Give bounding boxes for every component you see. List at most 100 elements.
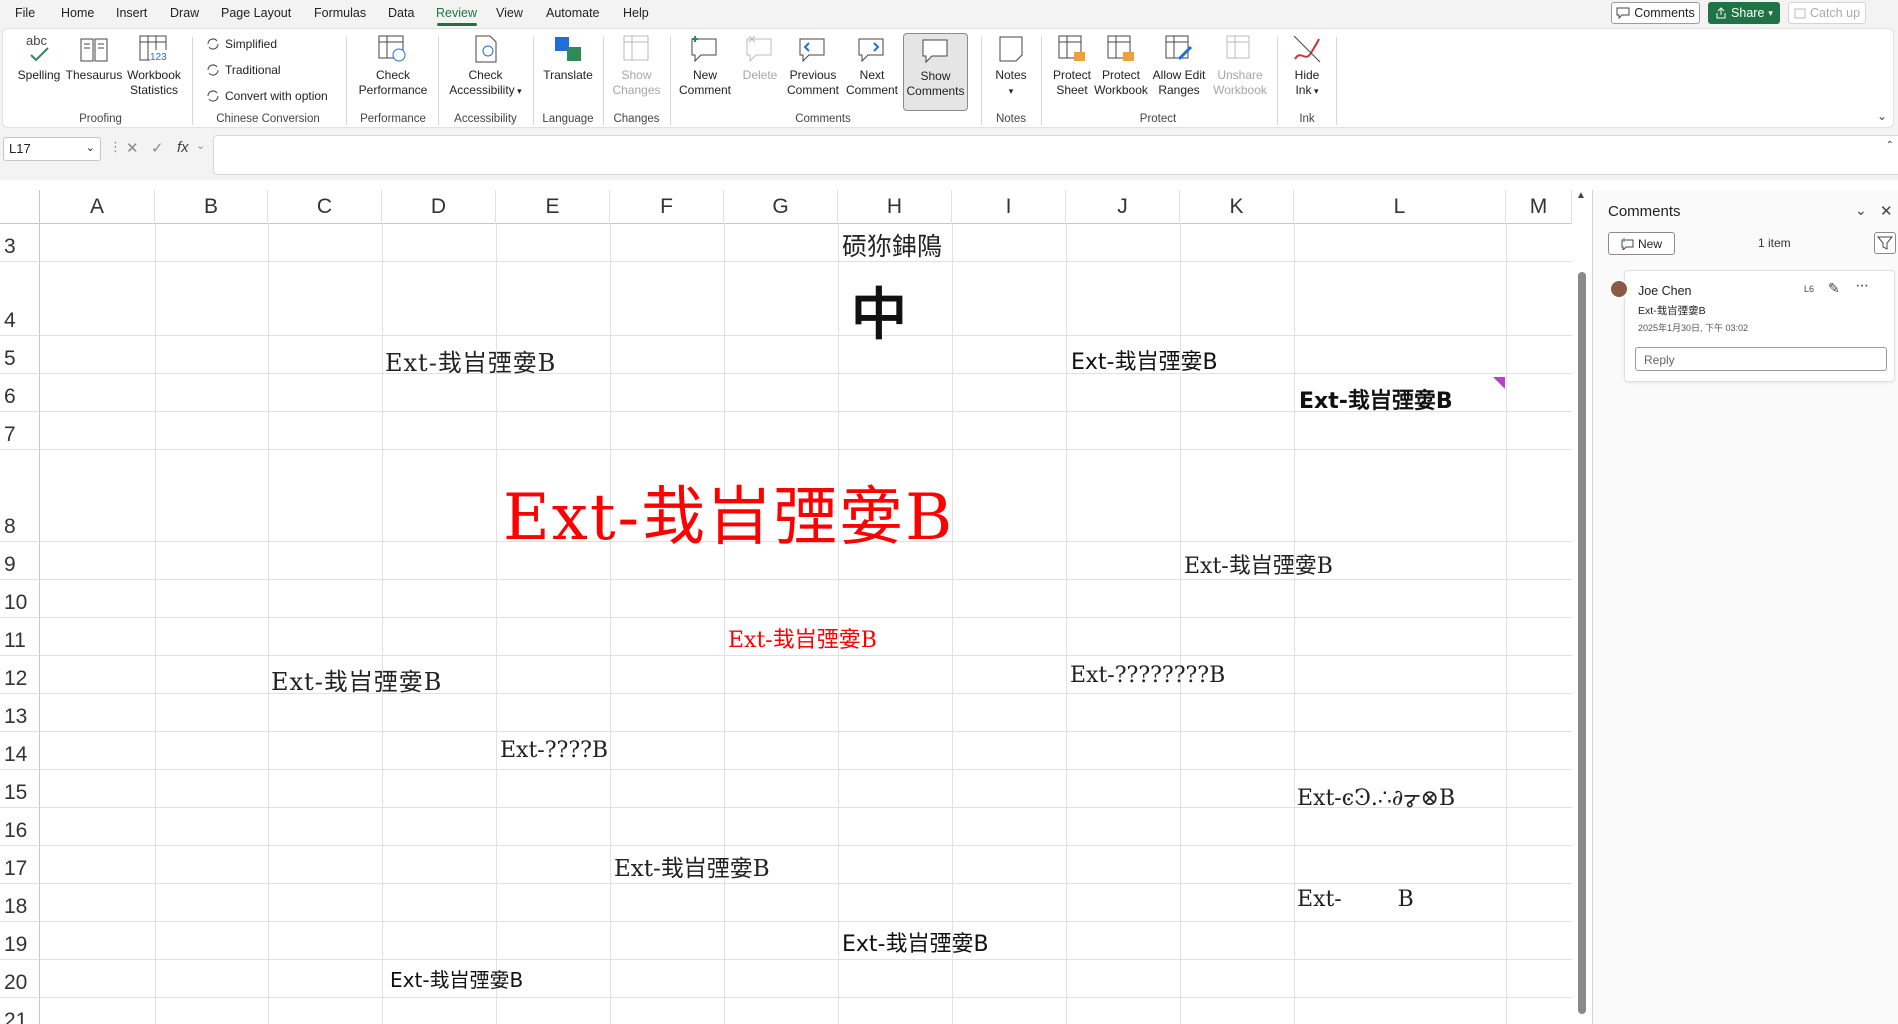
more-options-icon[interactable]: ··· <box>1855 277 1869 295</box>
expand-formula-bar-icon[interactable]: ⌃ <box>1886 140 1894 151</box>
scroll-up-icon[interactable]: ▲ <box>1576 190 1586 201</box>
comment-indicator[interactable] <box>1493 377 1505 389</box>
row-header-5[interactable]: 5 <box>0 336 40 374</box>
share-button[interactable]: Share ▾ <box>1708 2 1780 24</box>
insert-function-icon[interactable]: fx <box>177 139 189 156</box>
formula-input[interactable] <box>213 135 1898 175</box>
next-comment-button[interactable]: Next Comment <box>844 33 900 98</box>
filter-button[interactable] <box>1874 232 1896 254</box>
edit-icon[interactable]: ✎ <box>1828 280 1840 297</box>
row-header-20[interactable]: 20 <box>0 960 40 998</box>
row-header-8[interactable]: 8 <box>0 450 40 542</box>
previous-comment-button[interactable]: Previous Comment <box>784 33 842 98</box>
row-header-10[interactable]: 10 <box>0 580 40 618</box>
show-changes-button[interactable]: Show Changes <box>608 33 665 98</box>
scrollbar-thumb[interactable] <box>1578 272 1586 1014</box>
cell-D20[interactable]: Ext-㘽㞱㢾㛳B <box>390 964 523 993</box>
row-header-6[interactable]: 6 <box>0 374 40 412</box>
protect-workbook-button[interactable]: Protect Workbook <box>1089 33 1153 98</box>
cell-H19[interactable]: Ext-㘽㞱㢾㛳B <box>842 926 989 958</box>
row-header-13[interactable]: 13 <box>0 694 40 732</box>
cell-F17[interactable]: Ext-㘽㞱㢾㛳B <box>614 849 770 883</box>
collapse-ribbon-icon[interactable]: ⌄ <box>1877 109 1887 123</box>
reply-input[interactable]: Reply <box>1635 347 1887 371</box>
menu-review[interactable]: Review <box>436 6 477 20</box>
menu-help[interactable]: Help <box>623 6 649 20</box>
cell-D5[interactable]: Ext-㘽㞱㢾㛳B <box>385 343 556 378</box>
unshare-workbook-button[interactable]: Unshare Workbook <box>1209 33 1271 98</box>
comments-button[interactable]: Comments <box>1611 2 1700 24</box>
menu-home[interactable]: Home <box>61 6 94 20</box>
spelling-button[interactable]: abc Spelling <box>13 33 65 83</box>
column-header-F[interactable]: F <box>610 190 724 224</box>
row-header-16[interactable]: 16 <box>0 808 40 846</box>
cell-L15[interactable]: Ext-ͼϿ.∴∂ᡒ⊗B <box>1297 774 1455 812</box>
more-options-icon[interactable]: ⋮ <box>109 139 122 155</box>
menu-draw[interactable]: Draw <box>170 6 199 20</box>
new-comment-button[interactable]: New Comment <box>676 33 734 98</box>
menu-view[interactable]: View <box>496 6 523 20</box>
cell-K9[interactable]: Ext-㘽㞱㢾㛳B <box>1184 548 1333 580</box>
row-header-21[interactable]: 21 <box>0 998 40 1024</box>
chevron-down-icon[interactable]: ⌄ <box>1855 202 1867 219</box>
cell-C12[interactable]: Ext-㘽㞱㢾㛳B <box>271 662 442 697</box>
cell-J12[interactable]: Ext-????????B <box>1070 663 1225 688</box>
row-header-7[interactable]: 7 <box>0 412 40 450</box>
cell-H4[interactable]: 中 <box>851 270 907 351</box>
new-comment-pane-button[interactable]: New <box>1608 232 1675 255</box>
workbook-statistics-button[interactable]: 123 Workbook Statistics <box>123 33 185 98</box>
menu-formulas[interactable]: Formulas <box>314 6 366 20</box>
check-accessibility-button[interactable]: Check Accessibility ▾ <box>443 33 528 99</box>
column-header-A[interactable]: A <box>40 190 155 224</box>
menu-insert[interactable]: Insert <box>116 6 147 20</box>
menu-data[interactable]: Data <box>388 6 414 20</box>
column-header-E[interactable]: E <box>496 190 610 224</box>
translate-button[interactable]: Translate <box>538 33 598 83</box>
convert-with-option-button[interactable]: Convert with option <box>206 89 328 103</box>
menu-file[interactable]: File <box>15 6 35 20</box>
simplified-button[interactable]: Simplified <box>206 37 277 51</box>
close-icon[interactable]: ✕ <box>1880 202 1893 220</box>
cell-E8[interactable]: Ext-㘽㞱㢾㛳B <box>503 466 954 558</box>
vertical-scrollbar[interactable]: ▲ <box>1572 190 1590 1024</box>
allow-edit-ranges-button[interactable]: Allow Edit Ranges <box>1149 33 1209 98</box>
menu-automate[interactable]: Automate <box>546 6 600 20</box>
select-all-corner[interactable] <box>0 190 40 224</box>
row-header-11[interactable]: 11 <box>0 618 40 656</box>
comment-thread-card[interactable]: Joe Chen L6 ✎ ··· Ext-㘽㞱㢾㛳B 2025年1月30日, … <box>1609 270 1895 382</box>
row-header-4[interactable]: 4 <box>0 262 40 336</box>
row-header-19[interactable]: 19 <box>0 922 40 960</box>
row-header-18[interactable]: 18 <box>0 884 40 922</box>
column-header-K[interactable]: K <box>1180 190 1294 224</box>
cancel-icon[interactable]: ✕ <box>126 139 139 157</box>
catch-up-button[interactable]: Catch up <box>1788 2 1866 24</box>
column-header-H[interactable]: H <box>838 190 952 224</box>
traditional-button[interactable]: Traditional <box>206 63 281 77</box>
cell-L18[interactable]: Ext- B <box>1297 887 1414 912</box>
row-header-12[interactable]: 12 <box>0 656 40 694</box>
cell-G11[interactable]: Ext-㘽㞱㢾㛳B <box>728 622 877 654</box>
cell-H3[interactable]: 䂵狝鋛隝 <box>842 227 942 263</box>
row-header-15[interactable]: 15 <box>0 770 40 808</box>
chevron-down-icon[interactable]: ⌄ <box>196 139 205 152</box>
menu-page-layout[interactable]: Page Layout <box>221 6 291 20</box>
row-header-9[interactable]: 9 <box>0 542 40 580</box>
column-header-D[interactable]: D <box>382 190 496 224</box>
column-header-L[interactable]: L <box>1294 190 1506 224</box>
column-header-G[interactable]: G <box>724 190 838 224</box>
check-performance-button[interactable]: Check Performance <box>353 33 433 98</box>
enter-icon[interactable]: ✓ <box>151 139 164 157</box>
cell-J5[interactable]: Ext-㘽㞱㢾㛳B <box>1071 344 1218 376</box>
show-comments-button[interactable]: Show Comments <box>903 33 968 111</box>
column-header-J[interactable]: J <box>1066 190 1180 224</box>
column-header-B[interactable]: B <box>155 190 268 224</box>
notes-button[interactable]: Notes ▾ <box>986 33 1036 99</box>
hide-ink-button[interactable]: Hide Ink ▾ <box>1283 33 1331 99</box>
column-header-I[interactable]: I <box>952 190 1066 224</box>
cell-E14[interactable]: Ext-????B <box>500 738 608 763</box>
name-box[interactable]: L17 ⌄ <box>3 137 101 161</box>
row-header-17[interactable]: 17 <box>0 846 40 884</box>
row-header-14[interactable]: 14 <box>0 732 40 770</box>
column-header-C[interactable]: C <box>268 190 382 224</box>
delete-comment-button[interactable]: Delete <box>736 33 784 83</box>
